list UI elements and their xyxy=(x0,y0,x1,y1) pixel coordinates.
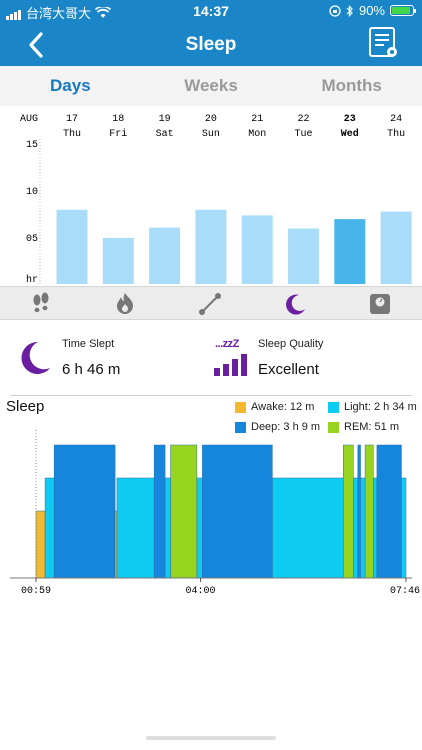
day-weekday-label: Thu xyxy=(387,128,405,140)
page-title: Sleep xyxy=(185,34,237,55)
section-divider xyxy=(10,395,412,396)
day-weekday-label: Mon xyxy=(248,129,266,140)
weight-scale-icon[interactable] xyxy=(367,291,393,317)
status-right: 90% xyxy=(329,3,416,18)
sleep-segment-rem xyxy=(343,444,354,579)
period-tabs: Days Weeks Months xyxy=(0,66,422,106)
y-tick-label: 15 xyxy=(26,140,38,151)
time-slept-value: 6 h 46 m xyxy=(62,361,121,378)
app-header: 台湾大哥大 14:37 90% Sleep xyxy=(0,0,422,66)
time-tick-label: 00:59 xyxy=(21,586,51,597)
legend-awake-swatch xyxy=(235,401,246,413)
sleep-quality-label: Sleep Quality xyxy=(258,338,324,350)
sleep-summary: Time Slept 6 h 46 m ...zzZ Sleep Quality… xyxy=(0,330,422,390)
legend-awake-label: Awake: 12 m xyxy=(251,401,315,413)
sleep-segment-rem xyxy=(364,444,374,579)
day-sleep-bar[interactable] xyxy=(102,237,134,284)
day-sleep-bar[interactable] xyxy=(149,227,181,284)
sleep-segment-light xyxy=(164,477,171,579)
sleep-segment-awake xyxy=(114,510,118,579)
activity-icon-bar xyxy=(0,286,422,320)
report-settings-button[interactable] xyxy=(368,26,400,60)
sleep-segment-light xyxy=(272,477,344,579)
daily-sleep-bar-chart: AUG 15 10 05 hr 17 Thu 18 Fri 19 Sat 20 Sun 21 Mon 22 Tu… xyxy=(20,114,412,286)
y-unit-label: hr xyxy=(26,274,38,286)
sleep-segment-light xyxy=(401,477,407,579)
sleep-segment-light xyxy=(116,477,155,579)
day-date-label: 17 xyxy=(66,114,78,125)
y-tick-label: 05 xyxy=(26,234,38,245)
home-indicator xyxy=(146,736,276,740)
sleep-segment-light xyxy=(353,477,359,579)
day-weekday-label: Thu xyxy=(63,128,81,140)
sleep-segment-deep xyxy=(357,444,361,579)
steps-icon[interactable] xyxy=(28,291,54,317)
time-tick-label: 07:46 xyxy=(390,586,420,597)
sleep-segment-light xyxy=(196,477,203,579)
sleep-segment-deep xyxy=(153,444,166,579)
day-date-label: 18 xyxy=(112,114,124,125)
day-sleep-bar[interactable] xyxy=(288,228,319,284)
legend-light: Light: 2 h 34 m xyxy=(328,401,417,413)
sleep-quality-value: Excellent xyxy=(258,361,319,378)
day-date-label: 21 xyxy=(251,114,263,125)
legend-light-swatch xyxy=(328,401,339,413)
battery-icon xyxy=(390,5,416,16)
day-weekday-label: Sat xyxy=(156,129,174,140)
sleep-quality-icon: ...zzZ xyxy=(213,338,253,376)
zzz-text: ...zzZ xyxy=(215,338,239,350)
sleep-segment-light xyxy=(373,477,378,579)
sleep-segment-rem xyxy=(170,444,198,579)
day-weekday-label: Sun xyxy=(202,129,220,140)
month-label: AUG xyxy=(20,114,38,125)
moon-icon xyxy=(21,341,50,374)
time-tick-label: 04:00 xyxy=(186,586,216,597)
sleep-segment-deep xyxy=(202,444,273,579)
distance-icon[interactable] xyxy=(197,291,223,317)
day-sleep-bar[interactable] xyxy=(56,209,88,284)
sleep-segment-light xyxy=(360,477,366,579)
sleep-segment-light xyxy=(44,477,55,579)
day-date-label: 22 xyxy=(297,114,309,125)
legend-light-label: Light: 2 h 34 m xyxy=(344,401,417,413)
calories-icon[interactable] xyxy=(112,291,138,317)
day-sleep-bar[interactable] xyxy=(334,219,366,284)
status-bar: 台湾大哥大 14:37 90% xyxy=(0,0,422,22)
day-date-label: 19 xyxy=(159,114,171,125)
day-date-label: 24 xyxy=(390,114,402,125)
sleep-segment-awake xyxy=(35,510,46,579)
day-date-label: 20 xyxy=(205,114,217,125)
bluetooth-icon xyxy=(346,4,353,17)
tab-days[interactable]: Days xyxy=(0,66,141,106)
day-sleep-bar[interactable] xyxy=(380,211,412,284)
sleep-stage-chart: 00:59 04:00 07:46 xyxy=(10,430,420,597)
sleep-segment-deep xyxy=(53,444,116,579)
time-slept-label: Time Slept xyxy=(62,338,115,350)
tab-months[interactable]: Months xyxy=(281,66,422,106)
day-weekday-label: Tue xyxy=(294,129,312,140)
day-date-label: 23 xyxy=(344,114,356,125)
sleep-graph-title: Sleep xyxy=(6,398,45,415)
y-tick-label: 10 xyxy=(26,187,38,198)
legend-awake: Awake: 12 m xyxy=(235,401,314,413)
day-weekday-label: Fri xyxy=(109,128,127,140)
battery-percent: 90% xyxy=(358,3,385,18)
orientation-lock-icon xyxy=(329,4,341,17)
day-sleep-bar[interactable] xyxy=(195,209,227,284)
sleep-moon-icon[interactable] xyxy=(283,291,309,317)
sleep-segment-deep xyxy=(376,444,402,579)
day-weekday-label: Wed xyxy=(341,128,359,140)
day-sleep-bar[interactable] xyxy=(241,215,273,284)
tab-weeks[interactable]: Weeks xyxy=(141,66,282,106)
